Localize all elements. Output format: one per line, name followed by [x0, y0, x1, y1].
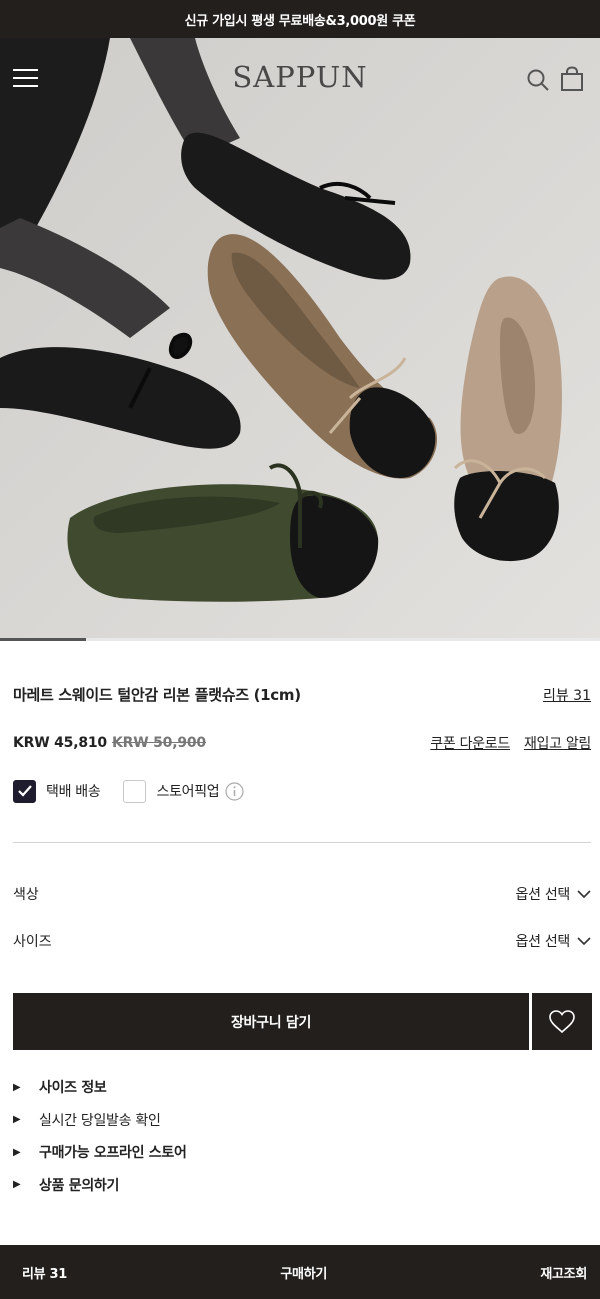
slide-progress-bar — [0, 638, 600, 641]
bottom-buy-button[interactable]: 구매하기 — [280, 1263, 327, 1282]
triangle-right-icon: ▶ — [13, 1146, 21, 1158]
shopping-bag-icon[interactable] — [560, 66, 584, 92]
restock-alert-link[interactable]: 재입고 알림 — [524, 733, 591, 753]
parcel-delivery-label: 택배 배송 — [46, 784, 101, 800]
sale-price: KRW 45,810 — [13, 735, 107, 751]
store-pickup-checkbox[interactable] — [123, 779, 147, 803]
promo-text: 신규 가입시 평생 무료배송&3,000원 쿠폰 — [184, 13, 416, 29]
product-photo — [0, 38, 600, 641]
same-day-shipping-item[interactable]: ▶ 실시간 당일발송 확인 — [13, 1104, 591, 1137]
hamburger-menu-icon[interactable] — [13, 69, 38, 88]
bottom-stock-button[interactable]: 재고조회 — [540, 1263, 587, 1282]
check-icon — [17, 785, 32, 797]
add-to-cart-button[interactable]: 장바구니 담기 — [13, 993, 529, 1050]
original-price: KRW 50,900 — [111, 735, 206, 751]
promo-banner[interactable]: 신규 가입시 평생 무료배송&3,000원 쿠폰 — [0, 0, 600, 38]
slide-progress-fill — [0, 638, 86, 641]
offline-store-item[interactable]: ▶ 구매가능 오프라인 스토어 — [13, 1136, 591, 1169]
product-title: 마레트 스웨이드 털안감 리본 플랫슈즈 (1cm) — [13, 686, 301, 704]
wishlist-button[interactable] — [532, 993, 592, 1050]
same-day-shipping-label: 실시간 당일발송 확인 — [39, 1112, 161, 1129]
product-inquiry-item[interactable]: ▶ 상품 문의하기 — [13, 1169, 591, 1202]
product-image-slider[interactable]: SAPPUN — [0, 38, 600, 641]
site-header: SAPPUN — [0, 38, 600, 118]
chevron-down-icon — [577, 889, 591, 898]
color-option-value: 옵션 선택 — [515, 887, 571, 903]
coupon-download-link[interactable]: 쿠폰 다운로드 — [430, 733, 510, 753]
bottom-review-button[interactable]: 리뷰 31 — [22, 1263, 67, 1282]
triangle-right-icon: ▶ — [13, 1081, 21, 1093]
delivery-options: 택배 배송 스토어픽업 — [13, 779, 244, 803]
triangle-right-icon: ▶ — [13, 1114, 21, 1126]
product-inquiry-label: 상품 문의하기 — [39, 1177, 120, 1194]
size-option-value: 옵션 선택 — [515, 934, 571, 950]
color-option-select[interactable]: 색상 옵션 선택 — [13, 884, 591, 904]
search-icon[interactable] — [526, 68, 550, 92]
color-option-label: 색상 — [13, 887, 39, 903]
size-option-select[interactable]: 사이즈 옵션 선택 — [13, 931, 591, 951]
parcel-delivery-checkbox[interactable] — [13, 779, 36, 803]
size-info-item[interactable]: ▶ 사이즈 정보 — [13, 1071, 591, 1104]
size-option-label: 사이즈 — [13, 934, 52, 950]
section-divider — [13, 842, 591, 843]
triangle-right-icon: ▶ — [13, 1179, 21, 1191]
product-info-list: ▶ 사이즈 정보 ▶ 실시간 당일발송 확인 ▶ 구매가능 오프라인 스토어 ▶… — [13, 1071, 591, 1201]
chevron-down-icon — [577, 936, 591, 945]
review-link[interactable]: 리뷰 31 — [543, 685, 591, 705]
size-info-label: 사이즈 정보 — [39, 1080, 107, 1097]
offline-store-label: 구매가능 오프라인 스토어 — [39, 1145, 187, 1162]
heart-icon — [549, 1010, 575, 1034]
store-pickup-label: 스토어픽업 — [156, 784, 220, 800]
bottom-action-bar: 리뷰 31 구매하기 재고조회 — [0, 1245, 600, 1299]
add-to-cart-label: 장바구니 담기 — [230, 1014, 312, 1031]
site-logo[interactable]: SAPPUN — [200, 60, 400, 94]
info-icon[interactable] — [225, 781, 244, 801]
